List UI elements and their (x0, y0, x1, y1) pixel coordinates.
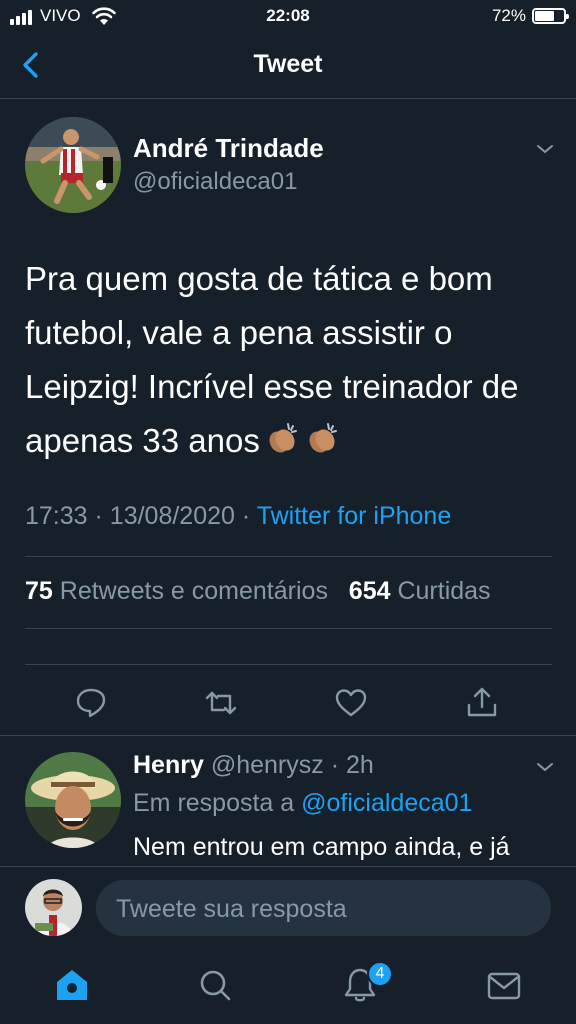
like-icon[interactable] (333, 685, 369, 721)
retweet-icon[interactable] (203, 685, 239, 721)
tweet-date: 13/08/2020 (109, 502, 235, 530)
tweet-detail-screen: VIVO 22:08 72% Tweet André Trindade @ofi… (0, 0, 576, 1024)
divider (25, 628, 552, 629)
retweets-count: 75 (25, 577, 53, 605)
likes-label: Curtidas (397, 577, 491, 605)
tweet-stats: 75 Retweets e comentários 654 Curtidas (25, 577, 491, 606)
search-icon[interactable] (195, 965, 235, 1005)
clock: 22:08 (266, 6, 310, 25)
reply-text: Nem entrou em campo ainda, e já (133, 833, 510, 861)
share-icon[interactable] (464, 685, 500, 721)
header-divider (0, 98, 576, 99)
reply-author-name[interactable]: Henry (133, 751, 204, 779)
tweet-meta: 17:33 · 13/08/2020 · Twitter for iPhone (25, 502, 451, 531)
divider (25, 556, 552, 557)
in-reply-handle[interactable]: @oficialdeca01 (301, 789, 472, 817)
battery-percent: 72% (491, 6, 526, 25)
divider (0, 735, 576, 736)
reply-author-avatar[interactable] (25, 752, 121, 848)
author-handle[interactable]: @oficialdeca01 (133, 168, 297, 196)
clapping-hands-emoji (269, 423, 297, 453)
reply-author-handle[interactable]: @henrysz (211, 751, 324, 779)
clapping-hands-emoji (309, 423, 337, 453)
retweets-label: Retweets e comentários (59, 577, 328, 605)
likes-count: 654 (348, 577, 391, 605)
notifications-badge: 4 (367, 961, 393, 987)
my-avatar[interactable] (25, 879, 82, 936)
in-reply-label: Em resposta a (133, 789, 295, 817)
tweet-text: Pra quem gosta de tática e bom futebol, … (25, 252, 555, 468)
page-title: Tweet (253, 50, 323, 78)
divider (25, 664, 552, 665)
meta-separator: · (241, 502, 251, 530)
tweet-source-link[interactable]: Twitter for iPhone (257, 502, 452, 530)
reply-time: · 2h (330, 751, 374, 779)
messages-icon[interactable] (484, 965, 524, 1005)
author-avatar[interactable] (25, 117, 121, 213)
chevron-down-icon[interactable] (535, 760, 555, 774)
battery-icon (532, 8, 569, 24)
author-name[interactable]: André Trindade (133, 133, 324, 164)
home-icon[interactable] (52, 965, 92, 1005)
in-reply-to: Em resposta a @oficialdeca01 (133, 789, 472, 818)
reply-placeholder: Tweete sua resposta (116, 895, 347, 923)
meta-separator: · (94, 502, 103, 530)
tweet-time: 17:33 (25, 502, 88, 530)
reply-icon[interactable] (73, 685, 109, 721)
chevron-down-icon[interactable] (535, 142, 555, 156)
status-bar: VIVO 22:08 72% (0, 0, 576, 34)
retweets-stat[interactable]: 75 Retweets e comentários (25, 577, 328, 605)
reply-header: Henry @henrysz · 2h (133, 751, 374, 780)
likes-stat[interactable]: 654 Curtidas (349, 577, 491, 605)
